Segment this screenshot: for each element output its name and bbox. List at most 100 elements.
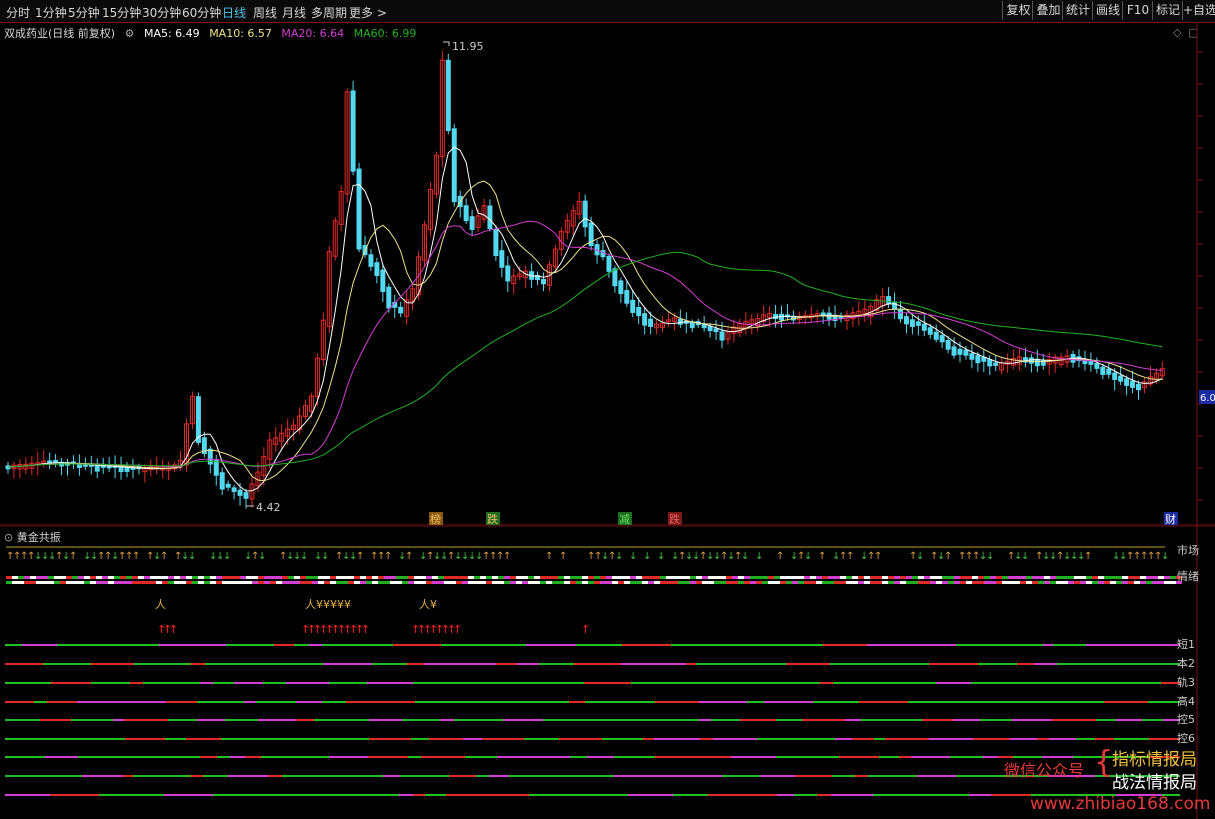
indicator-title[interactable]: ⊙ 黄金共振 [4, 529, 61, 545]
candle[interactable] [487, 205, 493, 230]
candle[interactable] [624, 290, 630, 304]
candle[interactable] [892, 301, 898, 310]
candle[interactable] [987, 359, 993, 367]
candle[interactable] [124, 467, 130, 472]
candle[interactable] [469, 216, 475, 230]
candle[interactable] [195, 396, 201, 443]
candle[interactable] [648, 318, 654, 327]
candle[interactable] [1094, 363, 1100, 369]
toolbar-button-4[interactable]: F10 [1122, 1, 1153, 20]
candle[interactable] [886, 296, 892, 305]
candle[interactable] [975, 355, 981, 364]
candle[interactable] [582, 200, 588, 228]
candle[interactable] [451, 128, 457, 203]
toolbar-button-3[interactable]: 画线 [1092, 1, 1123, 20]
event-tag[interactable]: 跌 [669, 512, 680, 526]
candle[interactable] [1124, 378, 1130, 386]
candle[interactable] [386, 286, 392, 309]
candle[interactable] [612, 268, 618, 287]
tab-period-0[interactable]: 分时 [6, 4, 30, 21]
candle[interactable] [642, 313, 648, 326]
collapse-icon[interactable]: ⊙ [4, 531, 13, 544]
candle[interactable] [963, 349, 969, 356]
toolbar-button-6[interactable]: +自选 [1182, 1, 1215, 20]
candle[interactable] [463, 205, 469, 222]
emotion-cell [798, 581, 804, 584]
candle[interactable] [398, 306, 404, 314]
toolbar-button-0[interactable]: 复权 [1002, 1, 1034, 20]
candle[interactable] [499, 250, 505, 268]
candle[interactable] [1088, 360, 1094, 365]
candle[interactable] [606, 255, 612, 272]
event-tag[interactable]: 榜 [430, 512, 441, 526]
tab-period-1[interactable]: 1分钟 [35, 4, 67, 21]
candle[interactable] [927, 327, 933, 335]
candle[interactable] [636, 306, 642, 317]
tab-period-2[interactable]: 5分钟 [68, 4, 100, 21]
candle[interactable] [505, 265, 511, 282]
tab-period-4[interactable]: 30分钟 [142, 4, 181, 21]
candle[interactable] [630, 299, 636, 313]
candle[interactable] [1100, 366, 1106, 375]
toolbar-button-1[interactable]: 叠加 [1032, 1, 1064, 20]
candle[interactable] [933, 331, 939, 340]
candle[interactable] [969, 353, 975, 360]
event-tag[interactable]: 跌 [487, 512, 498, 526]
candle[interactable] [689, 321, 695, 329]
candlestick-chart[interactable]: 11.95 4.42 6.0 榜 跌 减 跌 财 [0, 22, 1215, 526]
candle[interactable] [677, 318, 683, 325]
candle[interactable] [445, 59, 451, 131]
candle[interactable] [719, 331, 725, 341]
candle[interactable] [94, 464, 100, 472]
candle[interactable] [1028, 357, 1034, 364]
candle[interactable] [243, 492, 249, 499]
candle[interactable] [981, 356, 987, 362]
indicator-segment [213, 794, 260, 796]
candle[interactable] [1112, 372, 1118, 380]
candle[interactable] [1130, 380, 1136, 388]
candle[interactable] [207, 448, 213, 465]
candle[interactable] [915, 321, 921, 326]
tab-period-6[interactable]: 日线 [222, 4, 246, 21]
toolbar-button-2[interactable]: 统计 [1062, 1, 1093, 20]
tab-period-3[interactable]: 15分钟 [102, 4, 141, 21]
candle[interactable] [903, 316, 909, 325]
tab-period-7[interactable]: 周线 [253, 4, 277, 21]
tab-period-10[interactable]: 更多 > [349, 4, 387, 21]
candle[interactable] [380, 269, 386, 292]
candle[interactable] [213, 460, 219, 476]
candle[interactable] [951, 346, 957, 356]
candle[interactable] [374, 262, 380, 276]
tab-period-5[interactable]: 60分钟 [182, 4, 221, 21]
candle[interactable] [225, 483, 231, 488]
candle[interactable] [707, 326, 713, 332]
candle[interactable] [350, 90, 356, 172]
tab-period-8[interactable]: 月线 [282, 4, 306, 21]
emotion-cell [996, 576, 1002, 579]
emotion-cell [1146, 576, 1152, 579]
candle[interactable] [921, 323, 927, 331]
candle[interactable] [237, 489, 243, 496]
candle[interactable] [541, 278, 546, 285]
candle[interactable] [945, 340, 951, 350]
event-tag[interactable]: 减 [619, 513, 630, 526]
candle[interactable] [356, 168, 362, 250]
candle[interactable] [1136, 383, 1141, 391]
event-tag[interactable]: 财 [1165, 512, 1176, 526]
candle[interactable] [1106, 368, 1112, 375]
toolbar-button-5[interactable]: 标记 [1152, 1, 1183, 20]
candle[interactable] [1118, 375, 1124, 382]
candle[interactable] [219, 472, 225, 490]
candle[interactable] [993, 362, 999, 366]
candle[interactable] [231, 487, 237, 493]
candle[interactable] [898, 308, 903, 320]
candle[interactable] [909, 319, 915, 328]
candle[interactable] [618, 280, 624, 295]
candle[interactable] [713, 328, 719, 333]
candle[interactable] [53, 459, 59, 463]
candle[interactable] [939, 335, 945, 343]
candle[interactable] [957, 348, 963, 355]
candle[interactable] [493, 228, 499, 257]
tab-period-9[interactable]: 多周期 [311, 4, 347, 21]
candle[interactable] [368, 254, 374, 267]
